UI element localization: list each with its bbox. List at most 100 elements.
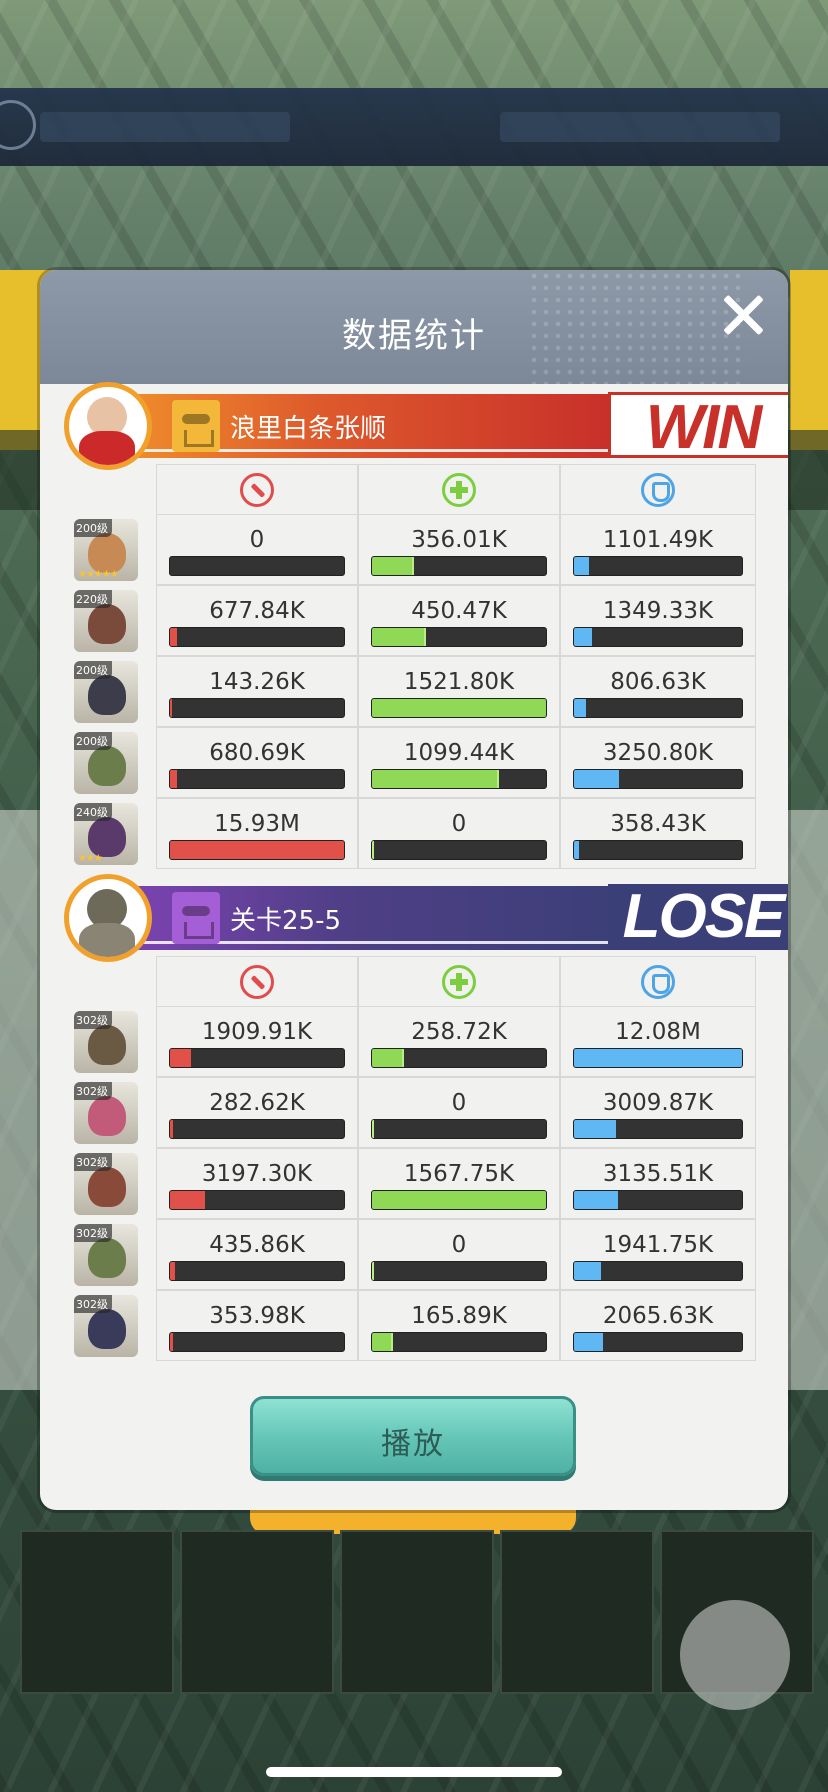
result-badge: LOSE (608, 884, 788, 950)
hero-portrait[interactable]: 302级 (74, 1082, 138, 1144)
damage-bar-fill (170, 1049, 191, 1067)
dialog-header: 数据统计 (40, 270, 788, 384)
damage-cell: 282.62K (156, 1077, 358, 1148)
damage-bar-fill (170, 1120, 174, 1138)
heal-value: 258.72K (411, 1019, 507, 1045)
stats-table: 200级 ★★★★★ 0 356.01K 1101.49K 220级 677.8… (64, 464, 774, 869)
heal-value: 0 (451, 811, 467, 837)
heal-cell: 450.47K (358, 585, 560, 656)
defense-value: 1941.75K (602, 1232, 714, 1258)
defense-bar-fill (574, 1120, 616, 1138)
damage-bar-fill (170, 770, 177, 788)
heal-value: 1567.75K (403, 1161, 515, 1187)
damage-bar-fill (170, 628, 177, 646)
hero-level: 200级 (74, 661, 112, 679)
damage-cell: 15.93M (156, 798, 358, 869)
damage-bar (169, 840, 345, 860)
heal-bar (371, 1119, 547, 1139)
hero-portrait[interactable]: 302级 (74, 1224, 138, 1286)
damage-bar (169, 769, 345, 789)
heal-value: 165.89K (411, 1303, 507, 1329)
defense-value: 1101.49K (602, 527, 714, 553)
heal-bar (371, 698, 547, 718)
hero-row: 302级 3197.30K 1567.75K 3135.51K (64, 1148, 774, 1219)
damage-cell: 1909.91K (156, 1006, 358, 1077)
defense-bar (573, 1119, 743, 1139)
hero-face (88, 1025, 126, 1065)
heal-bar-fill (372, 699, 546, 717)
defense-bar (573, 1190, 743, 1210)
defense-bar (573, 1261, 743, 1281)
heal-cross-icon (442, 965, 476, 999)
damage-value: 1909.91K (201, 1019, 313, 1045)
defense-bar-fill (574, 841, 580, 859)
heal-bar (371, 769, 547, 789)
hero-portrait[interactable]: 302级 (74, 1153, 138, 1215)
heal-bar-fill (372, 1191, 546, 1209)
heal-cell: 258.72K (358, 1006, 560, 1077)
damage-bar (169, 1048, 345, 1068)
damage-cell: 3197.30K (156, 1148, 358, 1219)
damage-cell: 677.84K (156, 585, 358, 656)
heal-bar (371, 1332, 547, 1352)
hero-portrait[interactable]: 200级 (74, 732, 138, 794)
defense-bar (573, 1048, 743, 1068)
hero-level: 302级 (74, 1153, 112, 1171)
hero-level: 200级 (74, 519, 112, 537)
heal-bar-fill (372, 628, 427, 646)
defense-bar (573, 769, 743, 789)
heal-cell: 1099.44K (358, 727, 560, 798)
team-name: 浪里白条张顺 (230, 414, 387, 444)
hero-portrait[interactable]: 302级 (74, 1011, 138, 1073)
close-icon[interactable] (718, 290, 768, 340)
defense-bar-fill (574, 1049, 742, 1067)
defense-bar (573, 556, 743, 576)
sword-icon (240, 473, 274, 507)
play-button-label: 播放 (381, 1427, 445, 1462)
defense-cell: 1101.49K (560, 514, 756, 585)
sword-icon (240, 965, 274, 999)
hero-portrait[interactable]: 240级 ★★★ (74, 803, 138, 865)
hero-portrait[interactable]: 220级 (74, 590, 138, 652)
stats-header-row (64, 956, 774, 1006)
damage-value: 353.98K (209, 1303, 305, 1329)
damage-value: 282.62K (209, 1090, 305, 1116)
defense-value: 1349.33K (602, 598, 714, 624)
heal-bar-fill (372, 1333, 394, 1351)
damage-cell: 353.98K (156, 1290, 358, 1361)
damage-bar-fill (170, 699, 172, 717)
damage-value: 15.93M (214, 811, 300, 837)
hero-face (88, 1309, 126, 1349)
home-indicator[interactable] (266, 1767, 562, 1777)
heal-cell: 356.01K (358, 514, 560, 585)
hero-level: 302级 (74, 1224, 112, 1242)
team-avatar[interactable] (64, 874, 152, 962)
heal-bar (371, 627, 547, 647)
team-avatar[interactable] (64, 382, 152, 470)
damage-bar-fill (170, 1333, 174, 1351)
defense-bar-fill (574, 770, 620, 788)
heal-cell: 0 (358, 1077, 560, 1148)
damage-bar (169, 556, 345, 576)
castle-icon (680, 1600, 790, 1710)
damage-bar (169, 1119, 345, 1139)
defense-bar-fill (574, 699, 586, 717)
defense-value: 358.43K (610, 811, 706, 837)
hero-portrait[interactable]: 302级 (74, 1295, 138, 1357)
defense-cell: 3135.51K (560, 1148, 756, 1219)
heal-cell: 165.89K (358, 1290, 560, 1361)
play-button[interactable]: 播放 (250, 1396, 576, 1476)
hero-portrait[interactable]: 200级 (74, 661, 138, 723)
damage-value: 0 (249, 527, 265, 553)
hero-level: 302级 (74, 1011, 112, 1029)
hero-level: 240级 (74, 803, 112, 821)
damage-value: 677.84K (209, 598, 305, 624)
hero-portrait[interactable]: 200级 ★★★★★ (74, 519, 138, 581)
team-emblem-icon (172, 892, 220, 944)
heal-bar-fill (372, 1120, 374, 1138)
defense-bar-fill (574, 1333, 603, 1351)
heal-bar (371, 840, 547, 860)
dialog-title: 数据统计 (342, 316, 486, 356)
defense-cell: 2065.63K (560, 1290, 756, 1361)
defense-value: 3009.87K (602, 1090, 714, 1116)
